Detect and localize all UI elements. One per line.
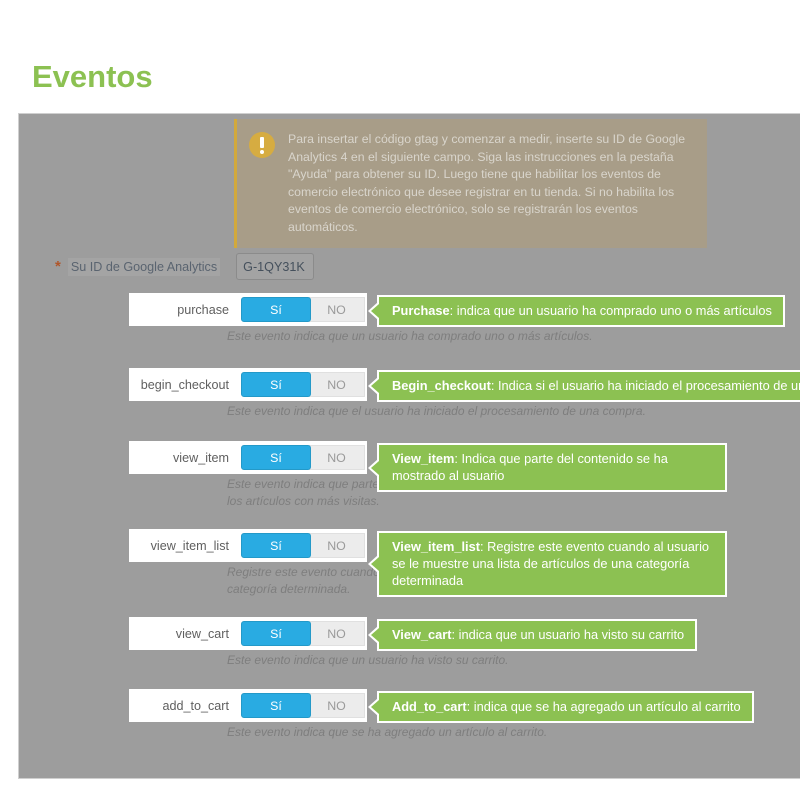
event-name-label: view_item bbox=[173, 450, 229, 465]
event-toggle-container: purchase Sí NO bbox=[129, 293, 367, 326]
event-callout-text: : indica que un usuario ha comprado uno … bbox=[449, 303, 772, 318]
event-name-label: view_item_list bbox=[150, 538, 229, 553]
toggle-no-option[interactable]: NO bbox=[309, 445, 365, 470]
event-callout-title: Begin_checkout bbox=[392, 378, 491, 393]
page-title: Eventos bbox=[32, 58, 153, 94]
event-callout-title: View_item_list bbox=[392, 539, 480, 554]
event-callout-text: : indica que un usuario ha visto su carr… bbox=[451, 627, 685, 642]
event-toggle-begin_checkout[interactable]: Sí NO bbox=[241, 372, 365, 397]
event-callout-title: Purchase bbox=[392, 303, 450, 318]
event-description: Este evento indica que se ha agregado un… bbox=[227, 725, 548, 739]
required-marker: * bbox=[55, 258, 61, 275]
analytics-id-label: Su ID de Google Analytics bbox=[67, 257, 221, 276]
event-callout: Add_to_cart: indica que se ha agregado u… bbox=[368, 691, 754, 723]
event-callout: View_item_list: Registre este evento cua… bbox=[368, 531, 727, 597]
event-name-label: add_to_cart bbox=[162, 698, 229, 713]
event-name-label: view_cart bbox=[175, 626, 229, 641]
event-toggle-add_to_cart[interactable]: Sí NO bbox=[241, 693, 365, 718]
event-callout: Purchase: indica que un usuario ha compr… bbox=[368, 295, 785, 327]
event-callout: Begin_checkout: Indica si el usuario ha … bbox=[368, 370, 800, 402]
event-name-label: begin_checkout bbox=[140, 377, 229, 392]
toggle-yes-option[interactable]: Sí bbox=[241, 533, 311, 558]
toggle-no-option[interactable]: NO bbox=[309, 297, 365, 322]
toggle-yes-option[interactable]: Sí bbox=[241, 693, 311, 718]
event-callout-text: : Indica si el usuario ha iniciado el pr… bbox=[490, 378, 800, 393]
event-callout: View_item: Indica que parte del contenid… bbox=[368, 443, 727, 492]
event-callout-title: Add_to_cart bbox=[392, 699, 467, 714]
event-name-label: purchase bbox=[177, 302, 229, 317]
toggle-no-option[interactable]: NO bbox=[309, 533, 365, 558]
event-callout-title: View_cart bbox=[392, 627, 452, 642]
events-settings-page: Eventos Para insertar el código gtag y c… bbox=[0, 0, 800, 800]
event-toggle-view_item_list[interactable]: Sí NO bbox=[241, 533, 365, 558]
exclamation-circle-icon bbox=[249, 132, 275, 158]
toggle-yes-option[interactable]: Sí bbox=[241, 445, 311, 470]
event-callout-title: View_item bbox=[392, 451, 455, 466]
event-callout-text: : indica que se ha agregado un artículo … bbox=[466, 699, 741, 714]
toggle-yes-option[interactable]: Sí bbox=[241, 372, 311, 397]
info-alert-box: Para insertar el código gtag y comenzar … bbox=[234, 119, 707, 248]
event-toggle-container: view_cart Sí NO bbox=[129, 617, 367, 650]
info-alert-text: Para insertar el código gtag y comenzar … bbox=[288, 132, 686, 234]
toggle-no-option[interactable]: NO bbox=[309, 693, 365, 718]
toggle-no-option[interactable]: NO bbox=[309, 372, 365, 397]
event-description: Este evento indica que el usuario ha ini… bbox=[227, 404, 646, 418]
analytics-id-input[interactable] bbox=[236, 253, 315, 280]
event-toggle-container: begin_checkout Sí NO bbox=[129, 368, 367, 401]
event-description: Este evento indica que un usuario ha vis… bbox=[227, 653, 509, 667]
event-toggle-view_item[interactable]: Sí NO bbox=[241, 445, 365, 470]
analytics-id-row: * Su ID de Google Analytics bbox=[55, 253, 315, 280]
event-callout: View_cart: indica que un usuario ha vist… bbox=[367, 619, 698, 651]
event-toggle-container: view_item_list Sí NO bbox=[129, 529, 367, 562]
toggle-yes-option[interactable]: Sí bbox=[241, 621, 311, 646]
event-toggle-container: view_item Sí NO bbox=[129, 441, 367, 474]
toggle-yes-option[interactable]: Sí bbox=[241, 297, 311, 322]
event-toggle-container: add_to_cart Sí NO bbox=[129, 689, 367, 722]
toggle-no-option[interactable]: NO bbox=[309, 621, 365, 646]
event-toggle-view_cart[interactable]: Sí NO bbox=[241, 621, 365, 646]
event-toggle-purchase[interactable]: Sí NO bbox=[241, 297, 365, 322]
settings-panel: Para insertar el código gtag y comenzar … bbox=[18, 113, 800, 779]
event-description: Este evento indica que un usuario ha com… bbox=[227, 329, 593, 343]
